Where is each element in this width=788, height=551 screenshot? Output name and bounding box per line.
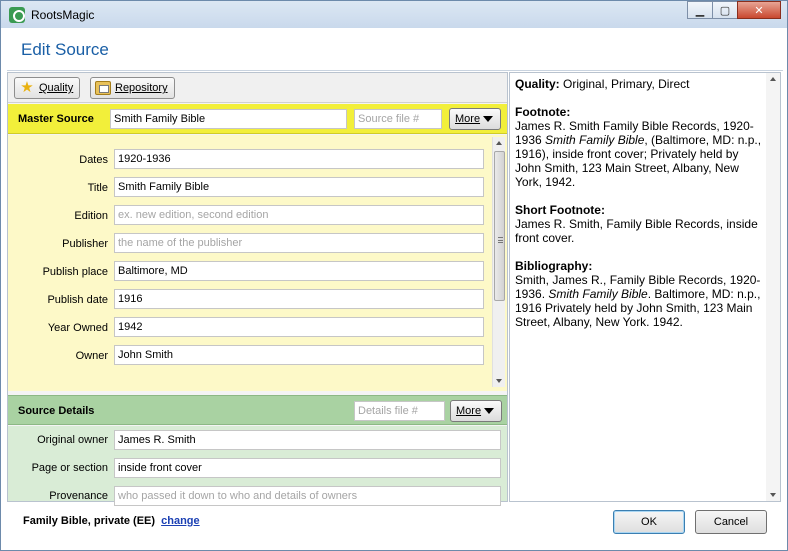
master-source-name-field[interactable]: Smith Family Bible [110,109,347,129]
title-label: Title [87,182,108,194]
repository-button[interactable]: Repository [90,77,175,99]
year-owned-label: Year Owned [47,322,108,334]
close-button[interactable]: ✕ [737,1,781,19]
quality-button-label: Quality [39,82,74,94]
details-more-label: More [456,405,482,417]
short-footnote-block: Short Footnote: James R. Smith, Family B… [515,203,765,245]
scroll-up-icon[interactable] [770,77,776,81]
original-owner-label: Original owner [37,434,108,446]
owner-field[interactable]: John Smith [114,345,484,365]
dialog-title: Edit Source [21,40,109,59]
cancel-button[interactable]: Cancel [695,510,767,534]
footnote-title-italic: Smith Family Bible [545,133,645,147]
source-details-fields: Original owner James R. Smith Page or se… [8,426,507,506]
edition-field[interactable]: ex. new edition, second edition [114,205,484,225]
repository-button-label: Repository [115,82,168,94]
publish-place-field[interactable]: Baltimore, MD [114,261,484,281]
source-details-title: Source Details [18,405,95,417]
citation-preview-panel: Quality: Original, Primary, Direct Footn… [509,72,781,502]
quality-button[interactable]: ★ Quality [14,77,81,99]
publish-place-label: Publish place [42,266,108,278]
quality-summary-value: Original, Primary, Direct [563,77,690,91]
quality-summary-label: Quality: [515,77,560,91]
footnote-label: Footnote: [515,105,571,119]
publish-date-label: Publish date [47,294,108,306]
bibliography-title-italic: Smith Family Bible [548,287,648,301]
bibliography-block: Bibliography: Smith, James R., Family Bi… [515,259,765,329]
dates-label: Dates [79,154,108,166]
dates-field[interactable]: 1920-1936 [114,149,484,169]
preview-scrollbar[interactable] [766,73,780,501]
change-template-link[interactable]: change [161,515,200,527]
maximize-button[interactable]: ▢ [712,1,738,19]
star-icon: ★ [20,79,34,96]
short-footnote-text: James R. Smith, Family Bible Records, in… [515,217,758,245]
source-editor-panel: ★ Quality Repository Master Source Smith… [7,72,508,506]
source-template-info: Family Bible, private (EE) change [23,515,200,527]
page-section-field[interactable]: inside front cover [114,458,501,478]
repository-icon [95,81,111,95]
details-more-button[interactable]: More [450,400,502,422]
master-source-header: Master Source Smith Family Bible Source … [8,104,507,134]
master-source-fields: Dates 1920-1936 Title Smith Family Bible… [8,135,507,391]
rootsmagic-logo-icon [9,7,25,23]
source-details-header: Source Details Details file # More [8,395,507,425]
source-file-number-field[interactable]: Source file # [354,109,442,129]
provenance-field[interactable]: who passed it down to who and details of… [114,486,501,506]
chevron-down-icon [484,408,494,414]
details-file-number-field[interactable]: Details file # [354,401,445,421]
title-divider [7,70,783,71]
master-scrollbar[interactable] [492,137,505,387]
edition-label: Edition [74,210,108,222]
chevron-down-icon [483,116,493,122]
bibliography-label: Bibliography: [515,259,593,273]
master-source-title: Master Source [18,113,94,125]
title-field[interactable]: Smith Family Bible [114,177,484,197]
publish-date-field[interactable]: 1916 [114,289,484,309]
grip-icon [498,237,503,243]
scroll-up-icon[interactable] [496,141,502,145]
source-template-name: Family Bible, private (EE) [23,515,156,527]
year-owned-field[interactable]: 1942 [114,317,484,337]
owner-label: Owner [75,350,108,362]
quality-summary: Quality: Original, Primary, Direct [515,77,765,91]
scroll-down-icon[interactable] [496,379,502,383]
page-section-label: Page or section [31,462,108,474]
publisher-field[interactable]: the name of the publisher [114,233,484,253]
scrollbar-thumb[interactable] [494,151,505,301]
toolbar: ★ Quality Repository [8,73,507,103]
ok-button[interactable]: OK [613,510,685,534]
original-owner-field[interactable]: James R. Smith [114,430,501,450]
publisher-label: Publisher [62,238,108,250]
window-titlebar: RootsMagic ▁ ▢ ✕ [0,0,788,28]
minimize-button[interactable]: ▁ [687,1,713,19]
provenance-label: Provenance [49,490,108,502]
master-more-label: More [455,113,481,125]
short-footnote-label: Short Footnote: [515,203,605,217]
window-title: RootsMagic [31,8,95,22]
master-more-button[interactable]: More [449,108,501,130]
footnote-block: Footnote: James R. Smith Family Bible Re… [515,105,765,189]
dialog-body: Edit Source ★ Quality Repository Master … [0,28,788,551]
citation-preview: Quality: Original, Primary, Direct Footn… [515,77,765,343]
scroll-down-icon[interactable] [770,493,776,497]
